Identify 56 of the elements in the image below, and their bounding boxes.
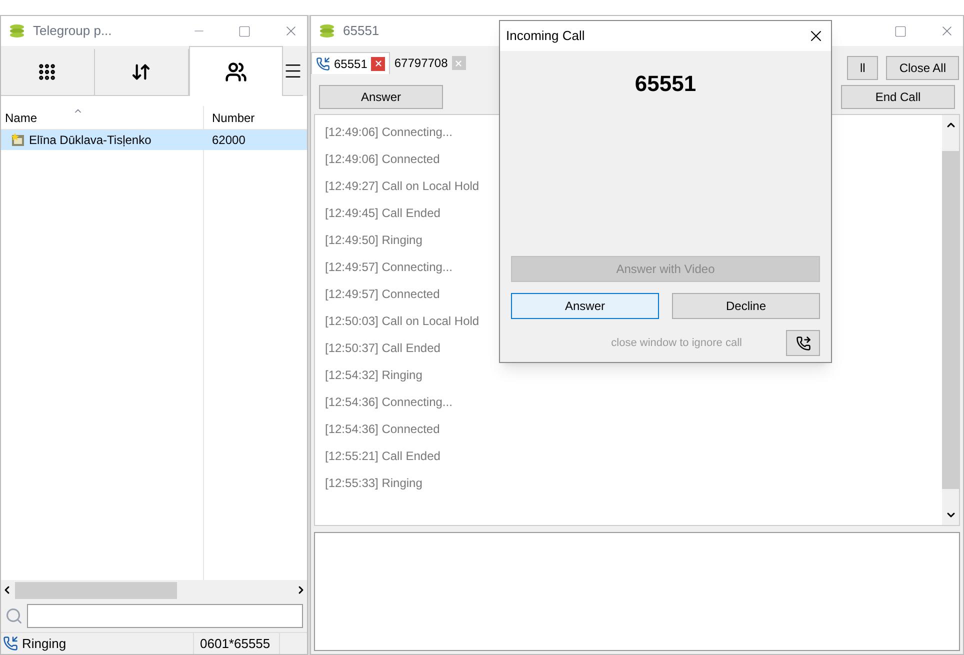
log-entry: [12:49:06] Connecting... (325, 124, 452, 141)
app-logo-icon (9, 24, 25, 38)
phone-incoming-icon (316, 56, 330, 70)
toolbar-button[interactable]: Close All (886, 56, 959, 80)
contacts-icon (224, 60, 247, 82)
column-header[interactable]: Number (204, 109, 255, 129)
maximize-icon[interactable] (238, 24, 251, 38)
forward-call-button[interactable] (786, 330, 820, 356)
contact-number: 62000 (211, 132, 246, 149)
end-call-button[interactable]: End Call (841, 85, 955, 109)
status-number: 0601*65555 (194, 633, 280, 654)
log-entry: [12:55:33] Ringing (325, 475, 422, 492)
phone-forward-icon (796, 336, 810, 350)
call-tab[interactable]: 65551 (311, 52, 390, 74)
up-down-arrows-icon (131, 62, 152, 82)
decline-button[interactable]: Decline (672, 293, 820, 319)
log-entry: [12:49:06] Connected (325, 151, 440, 168)
answer-button[interactable]: Answer (511, 293, 659, 319)
log-entry: [12:50:37] Call Ended (325, 340, 440, 357)
contact-name: Elīna Dūklava-Tisļenko (29, 132, 152, 149)
hint-text: close window to ignore call (611, 336, 742, 351)
log-entry: [12:54:36] Connecting... (325, 394, 452, 411)
log-entry: [12:50:03] Call on Local Hold (325, 313, 480, 330)
column-header[interactable]: Name (5, 109, 38, 127)
answer-button[interactable]: Answer (319, 85, 443, 109)
maximize-icon[interactable] (894, 24, 907, 38)
tab-label: 67797708 (394, 55, 448, 72)
log-entry: [12:49:57] Connecting... (325, 259, 452, 276)
vertical-scrollbar[interactable] (942, 115, 959, 525)
close-tab-icon[interactable] (371, 56, 386, 70)
caller-number: 65551 (634, 70, 696, 98)
log-entry: [12:54:36] Connected (325, 421, 440, 438)
app-logo-icon (319, 24, 335, 38)
search-field[interactable] (27, 604, 303, 628)
keypad-icon (37, 62, 58, 82)
log-entry: [12:55:21] Call Ended (325, 448, 440, 465)
dialog-title: Incoming Call (506, 27, 585, 46)
search-icon (5, 607, 23, 625)
tab[interactable] (188, 46, 283, 96)
toolbar-button[interactable]: ll (846, 56, 878, 80)
log-entry: [12:49:57] Connected (325, 286, 440, 303)
tab[interactable] (1, 49, 95, 96)
log-entry: [12:54:32] Ringing (325, 367, 422, 384)
horizontal-scrollbar[interactable] (1, 580, 307, 600)
contact-row[interactable]: Elīna Dūklava-Tisļenko 62000 (1, 130, 307, 150)
tab-label: 65551 (334, 56, 368, 72)
log-entry: [12:49:50] Ringing (325, 232, 422, 249)
log-entry: [12:49:27] Call on Local Hold (325, 178, 480, 195)
tab[interactable] (94, 49, 189, 96)
log-entry: [12:49:45] Call Ended (325, 205, 440, 222)
call-tab[interactable]: 67797708 (390, 52, 470, 74)
status-text: Ringing (22, 634, 66, 653)
phone-incoming-icon (3, 636, 18, 651)
window-title: Telegroup p... (33, 22, 113, 40)
window-title: 65551 (343, 22, 380, 40)
contact-card-icon (11, 133, 25, 147)
